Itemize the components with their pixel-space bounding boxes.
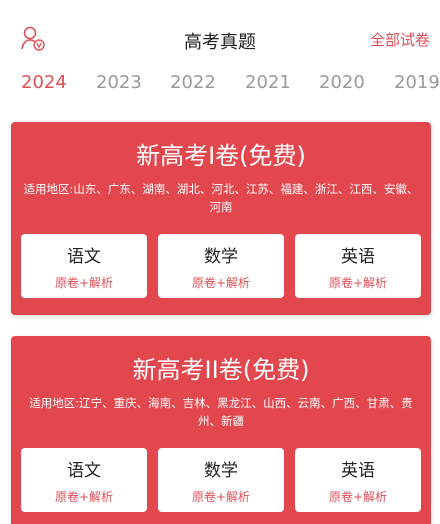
subject-subtitle: 原卷+解析 <box>328 490 388 504</box>
card-title: 新高考I卷(免费) <box>136 142 306 170</box>
subject-name: 语文 <box>67 247 101 267</box>
subject-subtitle: 原卷+解析 <box>191 490 251 504</box>
year-tab-2020[interactable]: 2020 <box>319 72 365 93</box>
subject-button-math[interactable]: 数学 原卷+解析 <box>158 234 284 298</box>
subject-subtitle: 原卷+解析 <box>54 276 114 290</box>
subject-name: 数学 <box>204 247 238 267</box>
subject-subtitle: 原卷+解析 <box>328 276 388 290</box>
year-tab-2024[interactable]: 2024 <box>21 72 67 93</box>
year-tab-2022[interactable]: 2022 <box>170 72 216 93</box>
year-tab-2021[interactable]: 2021 <box>245 72 291 93</box>
card-region: 适用地区:山东、广东、湖南、湖北、河北、江苏、福建、浙江、江西、安徽、河南 <box>23 182 419 214</box>
year-tab-2019[interactable]: 2019 <box>394 72 440 93</box>
subject-button-chinese[interactable]: 语文 原卷+解析 <box>21 234 147 298</box>
subject-button-math[interactable]: 数学 原卷+解析 <box>158 448 284 512</box>
exam-card-new-gaokao-1: 新高考I卷(免费) 适用地区:山东、广东、湖南、湖北、河北、江苏、福建、浙江、江… <box>11 122 431 315</box>
year-tabs: 2024 2023 2022 2021 2020 2019 <box>0 72 440 102</box>
subject-button-english[interactable]: 英语 原卷+解析 <box>295 448 421 512</box>
card-title: 新高考II卷(免费) <box>132 356 310 384</box>
subject-button-english[interactable]: 英语 原卷+解析 <box>295 234 421 298</box>
subject-name: 英语 <box>341 247 375 267</box>
subject-subtitle: 原卷+解析 <box>191 276 251 290</box>
subject-subtitle: 原卷+解析 <box>54 490 114 504</box>
subject-button-chinese[interactable]: 语文 原卷+解析 <box>21 448 147 512</box>
subject-name: 数学 <box>204 461 238 481</box>
subject-name: 英语 <box>341 461 375 481</box>
exam-card-new-gaokao-2: 新高考II卷(免费) 适用地区:辽宁、重庆、海南、吉林、黑龙江、山西、云南、广西… <box>11 336 431 524</box>
card-region: 适用地区:辽宁、重庆、海南、吉林、黑龙江、山西、云南、广西、甘肃、贵州、新疆 <box>29 396 413 428</box>
all-papers-button[interactable]: 全部试卷 <box>370 29 430 50</box>
year-tab-2023[interactable]: 2023 <box>96 72 142 93</box>
top-bar: 高考真题 全部试卷 <box>0 0 440 70</box>
subject-name: 语文 <box>67 461 101 481</box>
